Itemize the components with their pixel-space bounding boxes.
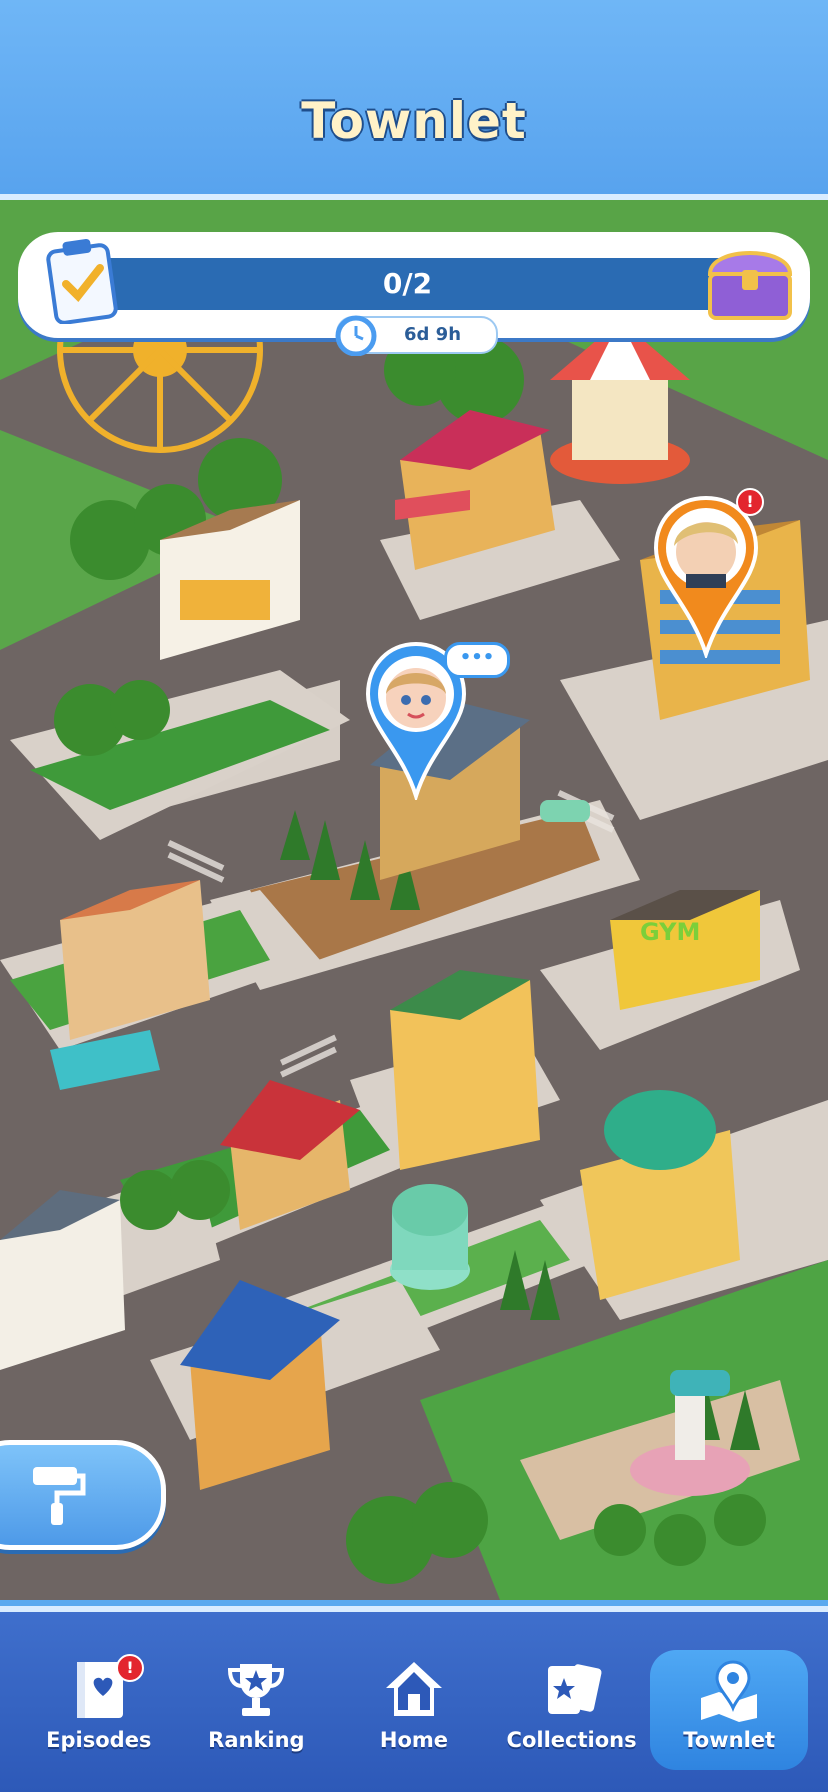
car [540, 800, 590, 822]
episodes-alert-badge: ! [116, 1654, 144, 1682]
school-building [0, 1190, 125, 1370]
bus [670, 1370, 730, 1396]
red-roof-house [220, 1080, 360, 1230]
nav-home-label: Home [379, 1728, 449, 1752]
nav-collections-label: Collections [506, 1728, 637, 1752]
clipboard-check-icon[interactable] [46, 238, 120, 324]
nav-townlet-label: Townlet [683, 1728, 776, 1752]
map-pin-icon [701, 1660, 758, 1722]
chat-bubble[interactable]: ••• [444, 642, 510, 678]
task-progress-text: 0/2 [382, 267, 433, 300]
cards-star-icon [547, 1664, 602, 1714]
top-header: Townlet [0, 0, 828, 200]
nav-episodes[interactable]: ! Episodes [20, 1650, 178, 1770]
blue-roof-house [180, 1280, 340, 1490]
nav-collections[interactable]: Collections [493, 1650, 651, 1770]
nav-ranking-label: Ranking [208, 1728, 305, 1752]
bottom-nav-bar: ! Episodes Ranking Home Collections Town… [0, 1606, 828, 1792]
nav-home[interactable]: Home [335, 1650, 493, 1770]
page-title: Townlet [301, 92, 527, 150]
greenhouse [390, 1184, 470, 1290]
town-map-illustration: GYM [0, 200, 828, 1600]
event-timer: 6d 9h [335, 315, 498, 356]
male-character-alert-badge: ! [736, 488, 764, 516]
gym-sign: GYM [640, 918, 700, 946]
nav-ranking[interactable]: Ranking [178, 1650, 336, 1770]
town-map[interactable]: GYM [0, 200, 828, 1600]
task-progress-bar: 0/2 [80, 258, 735, 310]
house-icon [385, 1662, 442, 1716]
treasure-chest-icon[interactable] [702, 236, 798, 324]
trophy-icon [228, 1664, 285, 1716]
male-character-pin[interactable]: ! [644, 488, 774, 661]
pool-villa [50, 880, 210, 1090]
nav-episodes-label: Episodes [46, 1728, 152, 1752]
timer-text: 6d 9h [404, 324, 462, 345]
alarm-clock-icon [335, 315, 377, 356]
paint-roller-icon [33, 1467, 86, 1525]
apartment-building [390, 970, 540, 1170]
paint-roller-button[interactable] [0, 1440, 166, 1550]
nav-townlet[interactable]: Townlet [650, 1650, 808, 1770]
